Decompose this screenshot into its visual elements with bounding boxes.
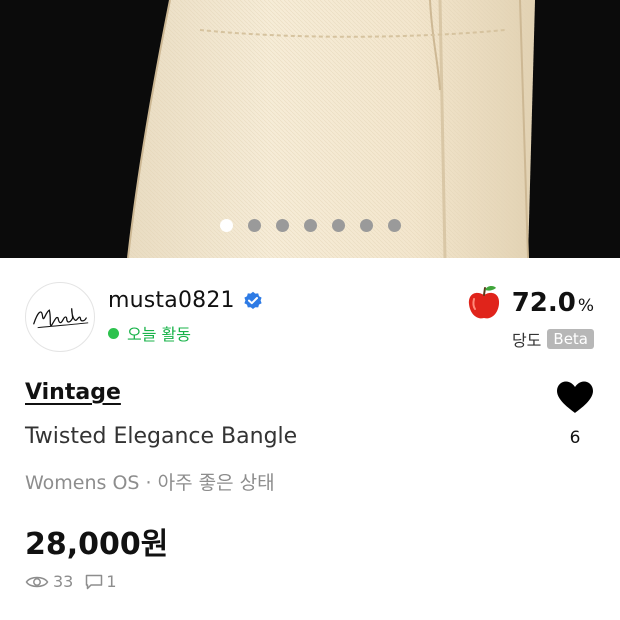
- product-meta: Womens OS · 아주 좋은 상태: [25, 472, 275, 494]
- likes-count: 6: [569, 428, 581, 448]
- comment-icon: [85, 574, 103, 590]
- sweetness-label: 당도: [511, 331, 542, 350]
- like-button[interactable]: 6: [555, 380, 595, 450]
- views-count: 33: [53, 572, 74, 591]
- heart-icon[interactable]: [555, 380, 595, 414]
- gallery-dot-1[interactable]: [219, 219, 233, 232]
- product-photo[interactable]: [0, 0, 620, 258]
- gallery-dot-2[interactable]: [247, 219, 261, 232]
- sweetness-value: 72.0: [511, 288, 576, 318]
- seller-name[interactable]: musta0821: [108, 288, 235, 313]
- status-text: 오늘 활동: [127, 325, 191, 344]
- avatar-signature-logo: [33, 308, 89, 329]
- category-link[interactable]: Vintage: [25, 380, 121, 405]
- beta-badge: Beta: [547, 329, 594, 349]
- verified-check-icon: [244, 291, 262, 309]
- gallery-pagination: [0, 219, 620, 233]
- seller-activity-status: 오늘 활동: [108, 321, 191, 345]
- sweetness-label-row: 당도 Beta: [512, 327, 594, 351]
- product-price: 28,000원: [25, 527, 169, 562]
- eye-icon: [25, 574, 49, 590]
- gallery-dot-6[interactable]: [359, 219, 373, 232]
- online-dot-icon: [108, 327, 119, 339]
- product-title: Twisted Elegance Bangle: [25, 424, 298, 449]
- gallery-dot-5[interactable]: [331, 219, 345, 232]
- sweetness-rating[interactable]: 72.0 %: [464, 283, 594, 323]
- seller-name-row[interactable]: musta0821: [108, 288, 263, 313]
- gallery-dot-4[interactable]: [303, 219, 317, 232]
- gallery-dot-3[interactable]: [275, 219, 289, 232]
- seller-avatar[interactable]: [25, 282, 95, 352]
- product-stats: 33 1: [25, 572, 117, 591]
- gallery-dot-7[interactable]: [387, 219, 401, 232]
- apple-icon: [468, 285, 499, 319]
- comments-count: 1: [106, 572, 117, 591]
- sweetness-unit: %: [577, 296, 594, 316]
